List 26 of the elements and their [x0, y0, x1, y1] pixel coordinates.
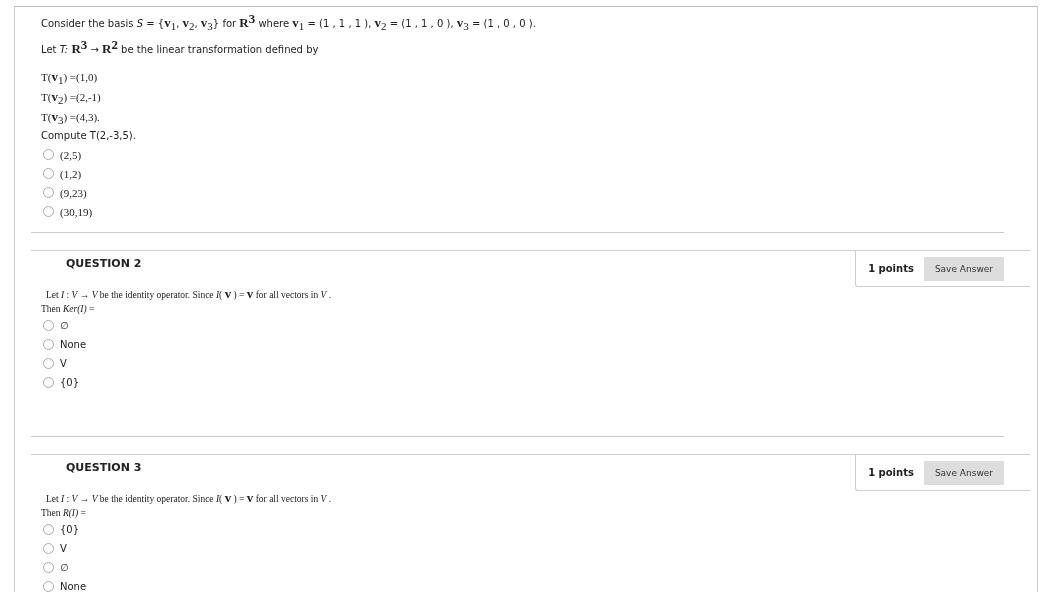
- option-label: (30,19): [60, 205, 93, 218]
- definition-text: T(v$_{3}$) =(4,3).: [41, 108, 100, 127]
- question-text: Then R(I) =: [41, 507, 86, 520]
- option-label: None: [60, 339, 87, 350]
- option-label: V: [60, 543, 67, 554]
- option-label: {0}: [60, 377, 80, 388]
- save-answer-button[interactable]: Save Answer: [923, 256, 1004, 281]
- points-label: 1 points: [868, 467, 914, 478]
- option-label: None: [60, 581, 87, 592]
- option-label: (1,2): [60, 167, 82, 180]
- question-text: Then Ker(I) =: [41, 303, 95, 316]
- option-label: ∅: [60, 562, 69, 573]
- definition-text: T(v$_{2}$) =(2,-1): [41, 88, 101, 107]
- option-label: {0}: [60, 524, 80, 535]
- option-label: V: [60, 358, 67, 369]
- option-label: (2,5): [60, 148, 82, 161]
- question-text: Let I : V → V be the identity operator. Since I( v ) = v for all vectors in V .: [45, 491, 332, 506]
- option-label: ∅: [60, 320, 69, 331]
- question-text: Compute T(2,-3,5).: [41, 129, 136, 143]
- definition-text: T(v$_{1}$) =(1,0): [41, 68, 98, 87]
- question-title: QUESTION 2: [65, 256, 142, 272]
- question-text: Let I : V → V be the identity operator. Since I( v ) = v for all vectors in V .: [45, 287, 332, 302]
- question-title: QUESTION 3: [65, 460, 142, 476]
- points-label: 1 points: [868, 263, 914, 274]
- option-label: (9,23): [60, 186, 87, 199]
- save-answer-button[interactable]: Save Answer: [923, 460, 1004, 485]
